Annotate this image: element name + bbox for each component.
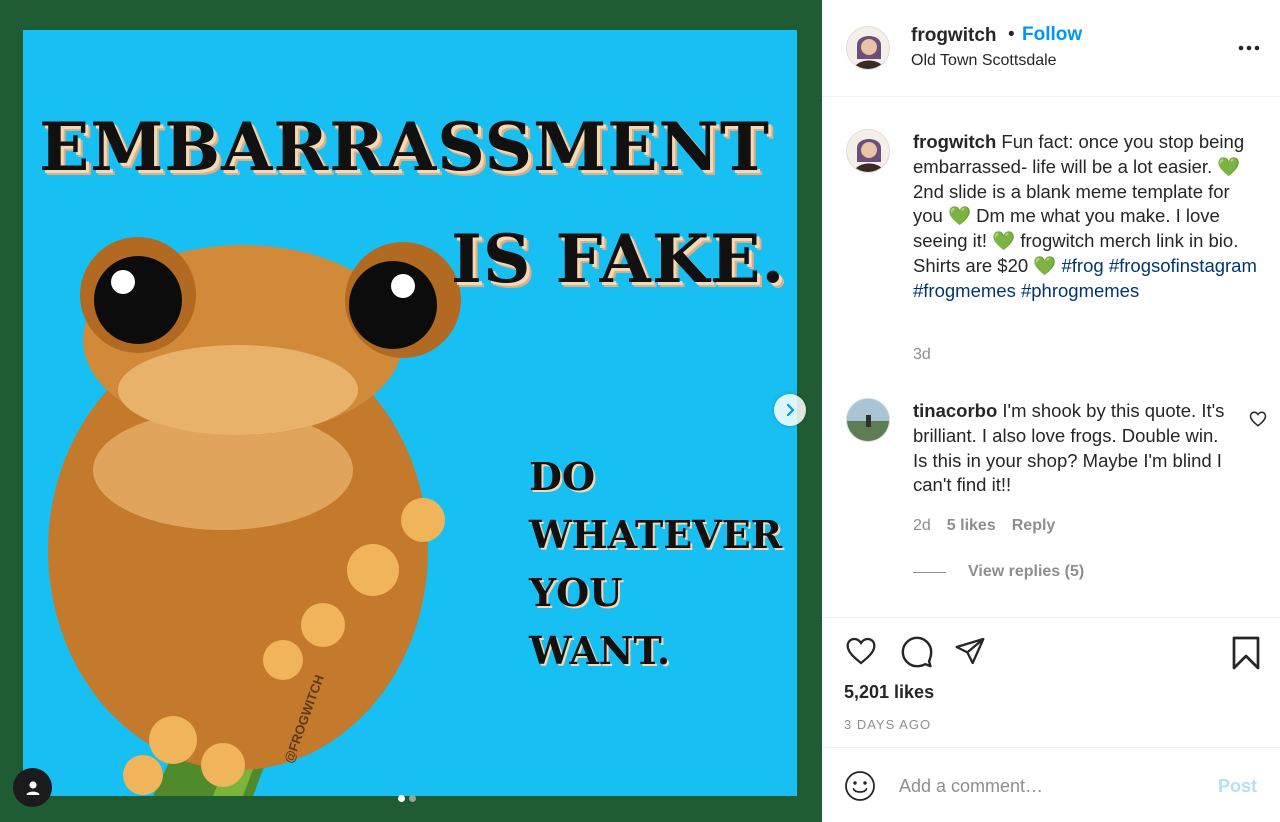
share-button[interactable]: [953, 635, 987, 672]
carousel-next-button[interactable]: [774, 394, 806, 426]
header-separator: •: [1008, 24, 1015, 45]
heart-icon: [1249, 411, 1267, 427]
hashtag-link[interactable]: #frogmemes: [913, 280, 1016, 301]
post-caption: frogwitch Fun fact: once you stop being …: [913, 130, 1263, 304]
add-comment-bar: Post: [822, 747, 1280, 822]
post-image[interactable]: EMBARRASSMENT IS FAKE. DO WHATEVER YOU W…: [23, 30, 797, 796]
commenter-avatar[interactable]: [846, 398, 890, 442]
meme-headline-line1: EMBARRASSMENT: [39, 108, 770, 186]
caption-avatar[interactable]: [846, 129, 890, 173]
comment-meta: 2d 5 likes Reply: [913, 517, 1055, 535]
view-replies-label: View replies (5): [968, 563, 1085, 580]
user-icon: [26, 780, 39, 795]
avatar-image: [847, 27, 889, 69]
post-comment-button[interactable]: Post: [1218, 776, 1257, 797]
carousel-dot-1: [398, 795, 405, 802]
post-actions: 5,201 likes 3 DAYS AGO: [822, 617, 1280, 747]
post-location[interactable]: Old Town Scottsdale: [911, 52, 1057, 70]
follow-button[interactable]: Follow: [1022, 24, 1082, 46]
meme-sub-line3: YOU: [529, 570, 623, 615]
post-details-panel: frogwitch • Follow Old Town Scottsdale f…: [822, 0, 1280, 822]
meme-sub-line1: DO: [529, 454, 596, 499]
hashtag-link[interactable]: #frog: [1062, 255, 1104, 276]
likes-count[interactable]: 5,201 likes: [844, 682, 934, 703]
comment-input[interactable]: [899, 772, 1199, 800]
carousel-dot-2: [409, 795, 416, 802]
smiley-icon: [845, 771, 875, 801]
paper-plane-icon: [955, 637, 985, 665]
save-button[interactable]: [1231, 635, 1261, 676]
like-button[interactable]: [844, 635, 878, 672]
tagged-user-button[interactable]: [13, 768, 52, 807]
comment-button[interactable]: [900, 635, 934, 674]
author-avatar[interactable]: [846, 26, 890, 70]
comment-username[interactable]: tinacorbo: [913, 400, 997, 421]
caption-username[interactable]: frogwitch: [913, 131, 996, 152]
author-username[interactable]: frogwitch: [911, 25, 997, 47]
replies-divider: [913, 571, 946, 573]
reply-button[interactable]: Reply: [1012, 517, 1056, 535]
view-replies-button[interactable]: View replies (5): [913, 563, 1084, 581]
emoji-button[interactable]: [844, 770, 876, 807]
meme-headline-line2: IS FAKE.: [451, 220, 786, 298]
avatar-image: [847, 130, 889, 172]
more-horizontal-icon: [1238, 45, 1260, 51]
post-media: EMBARRASSMENT IS FAKE. DO WHATEVER YOU W…: [0, 0, 822, 822]
comment-icon: [901, 636, 933, 668]
bookmark-icon: [1232, 636, 1260, 670]
more-options-button[interactable]: [1236, 38, 1262, 58]
comment-body: tinacorbo I'm shook by this quote. It's …: [913, 399, 1233, 498]
meme-sub-line4: WANT.: [529, 628, 671, 673]
frog-illustration: [48, 237, 461, 796]
post-date[interactable]: 3 DAYS AGO: [844, 717, 931, 732]
hashtag-link[interactable]: #frogsofinstagram: [1109, 255, 1257, 276]
carousel-indicator: [398, 795, 416, 802]
caption-timestamp[interactable]: 3d: [913, 346, 931, 364]
chevron-right-icon: [786, 403, 795, 417]
post-header: frogwitch • Follow Old Town Scottsdale: [822, 0, 1280, 97]
meme-sub-line2: WHATEVER: [529, 512, 783, 557]
comment-likes-count[interactable]: 5 likes: [947, 517, 996, 535]
heart-icon: [846, 637, 876, 665]
comment-timestamp[interactable]: 2d: [913, 517, 931, 535]
hashtag-link[interactable]: #phrogmemes: [1021, 280, 1139, 301]
avatar-image: [847, 399, 889, 441]
comment-like-button[interactable]: [1249, 410, 1267, 433]
